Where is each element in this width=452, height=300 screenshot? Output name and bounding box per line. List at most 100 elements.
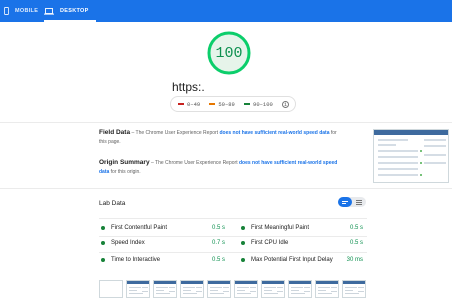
tested-url: https:. xyxy=(172,80,205,94)
metric-time-to-interactive: Time to Interactive 0.5 s xyxy=(99,252,233,268)
frame-line xyxy=(345,290,353,291)
pass-dot-icon xyxy=(101,258,105,262)
metric-name: Time to Interactive xyxy=(111,257,161,263)
frame-line xyxy=(237,290,245,291)
legend-fail-label: 0–49 xyxy=(187,100,201,108)
frame-line xyxy=(223,291,229,292)
thumbnail-line xyxy=(378,139,408,141)
frame-line xyxy=(183,293,197,294)
thumbnail-line xyxy=(378,162,418,164)
performance-score: 100 xyxy=(215,44,243,62)
summary-view-icon[interactable] xyxy=(338,197,352,207)
divider xyxy=(0,122,452,123)
frame-line xyxy=(304,287,310,288)
frame-header xyxy=(127,281,149,284)
pass-dot-icon xyxy=(101,226,105,230)
fail-marker-icon xyxy=(178,103,184,105)
frame-line xyxy=(277,287,283,288)
frame-header xyxy=(235,281,257,284)
metric-value: 0.5 s xyxy=(211,225,225,231)
origin-summary-section: Origin Summary – The Chrome User Experie… xyxy=(99,159,345,176)
frame-line xyxy=(318,290,326,291)
metric-first-cpu-idle: First CPU Idle 0.5 s xyxy=(233,235,367,251)
frame-line xyxy=(250,287,256,288)
frame-line xyxy=(264,293,278,294)
frame-line xyxy=(142,287,148,288)
frame-line xyxy=(142,291,148,292)
thumbnail-dot xyxy=(420,174,422,176)
frame-line xyxy=(358,291,364,292)
pass-dot-icon xyxy=(101,241,105,245)
metric-name: Max Potential First Input Delay xyxy=(251,257,333,263)
origin-summary-suffix: for this origin. xyxy=(109,168,141,175)
thumbnail-line xyxy=(378,168,418,170)
pass-dot-icon xyxy=(241,258,245,262)
metric-value: 0.5 s xyxy=(349,240,363,246)
frame-line xyxy=(358,287,364,288)
filmstrip-frame xyxy=(207,280,231,298)
frame-line xyxy=(277,291,283,292)
origin-summary-title: Origin Summary xyxy=(99,159,150,166)
thumbnail-line xyxy=(378,150,418,152)
legend-average: 50–89 xyxy=(209,101,235,108)
frame-line xyxy=(237,287,249,288)
frame-line xyxy=(345,293,359,294)
frame-line xyxy=(345,287,357,288)
detailed-view-icon[interactable] xyxy=(352,197,366,207)
metric-name: First Contentful Paint xyxy=(111,225,168,231)
frame-header xyxy=(316,281,338,284)
info-icon[interactable]: i xyxy=(282,100,289,108)
filmstrip-frame xyxy=(261,280,285,298)
filmstrip-frame xyxy=(342,280,366,298)
frame-line xyxy=(169,291,175,292)
metric-first-contentful-paint: First Contentful Paint 0.5 s xyxy=(99,220,233,236)
frame-line xyxy=(156,287,168,288)
frame-line xyxy=(129,293,143,294)
frame-line xyxy=(156,293,170,294)
page-screenshot-thumbnail xyxy=(373,129,449,183)
metric-row: First Contentful Paint 0.5 s First Meani… xyxy=(99,220,367,236)
pass-marker-icon xyxy=(244,103,251,105)
metric-first-meaningful-paint: First Meaningful Paint 0.5 s xyxy=(233,220,367,236)
thumbnail-dot xyxy=(420,162,422,164)
lab-data-title: Lab Data xyxy=(99,200,126,207)
thumbnail-line xyxy=(424,162,446,164)
divider xyxy=(0,188,452,189)
field-data-section: Field Data – The Chrome User Experience … xyxy=(99,129,345,146)
frame-line xyxy=(264,290,272,291)
frame-line xyxy=(264,287,276,288)
legend-fail: 0–49 xyxy=(178,101,200,108)
frame-line xyxy=(156,290,164,291)
filmstrip-frame xyxy=(234,280,258,298)
legend-pass-label: 90–100 xyxy=(253,100,273,108)
filmstrip-frame xyxy=(180,280,204,298)
score-legend: 0–49 50–89 90–100 i xyxy=(170,96,296,112)
frame-line xyxy=(304,291,310,292)
metric-speed-index: Speed Index 0.7 s xyxy=(99,235,233,251)
tab-mobile-label: MOBILE xyxy=(15,8,39,14)
divider xyxy=(99,218,367,219)
phone-icon xyxy=(4,7,9,15)
thumbnail-line xyxy=(424,145,446,147)
frame-line xyxy=(210,293,224,294)
metric-value: 0.5 s xyxy=(211,257,225,263)
tab-desktop[interactable]: DESKTOP xyxy=(44,0,96,22)
field-data-title: Field Data xyxy=(99,129,131,136)
metrics-view-toggle[interactable] xyxy=(338,197,366,207)
frame-line xyxy=(291,293,305,294)
metric-name: Speed Index xyxy=(111,240,145,246)
legend-pass: 90–100 xyxy=(244,101,273,108)
thumbnail-line xyxy=(378,174,418,176)
frame-line xyxy=(169,287,175,288)
laptop-icon xyxy=(44,7,54,15)
tab-desktop-label: DESKTOP xyxy=(60,8,89,14)
frame-line xyxy=(223,287,229,288)
thumbnail-line xyxy=(424,154,446,156)
metric-max-potential-fid: Max Potential First Input Delay 30 ms xyxy=(233,252,367,268)
metric-row: Speed Index 0.7 s First CPU Idle 0.5 s xyxy=(99,235,367,251)
frame-line xyxy=(210,287,222,288)
filmstrip-frame xyxy=(153,280,177,298)
field-data-link[interactable]: does not have sufficient real-world spee… xyxy=(219,130,329,136)
frame-line xyxy=(318,293,332,294)
tab-mobile[interactable]: MOBILE xyxy=(4,0,44,22)
